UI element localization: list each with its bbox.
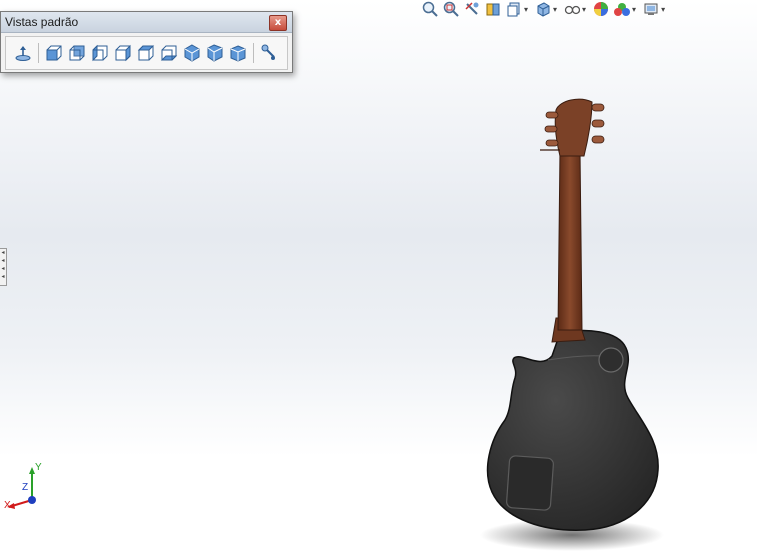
view-selector-icon[interactable] [258, 42, 280, 64]
chevron-icon: ◂ [1, 249, 5, 256]
standard-views-toolbar[interactable]: Vistas padrão x [0, 11, 293, 73]
apply-scene-icon[interactable] [613, 1, 630, 18]
normal-to-icon[interactable] [12, 42, 34, 64]
toolbar-separator [38, 43, 39, 63]
feature-manager-collapse-handle[interactable]: ◂ ◂ ◂ ◂ [0, 248, 7, 286]
output-jack [598, 347, 624, 373]
close-button[interactable]: x [269, 15, 287, 31]
section-view-icon[interactable] [484, 1, 501, 18]
guitar-headstock [554, 98, 593, 157]
back-view-icon[interactable] [66, 42, 88, 64]
bottom-view-icon[interactable] [158, 42, 180, 64]
view-settings-icon[interactable] [642, 1, 659, 18]
chevron-icon: ◂ [1, 273, 5, 280]
z-axis-label: Z [22, 482, 29, 493]
toolbar-buttons [5, 36, 288, 70]
view-orientation-icon[interactable] [505, 1, 522, 18]
previous-view-icon[interactable] [463, 1, 480, 18]
view-orientation-dropdown-icon[interactable]: ▾ [524, 5, 528, 14]
trimetric-view-icon[interactable] [204, 42, 226, 64]
tuners-right [591, 103, 605, 144]
toolbar-title: Vistas padrão [5, 15, 79, 29]
heads-up-view-toolbar: ▾ ▾ ▾ ▾ ▾ [421, 0, 671, 18]
left-view-icon[interactable] [89, 42, 111, 64]
zoom-to-fit-icon[interactable] [421, 1, 438, 18]
chevron-icon: ◂ [1, 265, 5, 272]
chevron-icon: ◂ [1, 257, 5, 264]
view-settings-dropdown-icon[interactable]: ▾ [661, 5, 665, 14]
front-view-icon[interactable] [43, 42, 65, 64]
x-axis-label: X [4, 500, 11, 511]
zoom-to-area-icon[interactable] [442, 1, 459, 18]
edit-appearance-icon[interactable] [592, 1, 609, 18]
guitar-model[interactable] [0, 0, 757, 557]
right-view-icon[interactable] [112, 42, 134, 64]
reference-triad: Y Z X [2, 462, 52, 514]
display-style-icon[interactable] [534, 1, 551, 18]
toolbar-title-bar[interactable]: Vistas padrão x [1, 12, 292, 33]
hide-show-items-icon[interactable] [563, 1, 580, 18]
display-style-dropdown-icon[interactable]: ▾ [553, 5, 557, 14]
graphics-area[interactable]: ▾ ▾ ▾ ▾ ▾ Vistas padrão x ◂ ◂ ◂ ◂ Y Z X [0, 0, 757, 557]
top-view-icon[interactable] [135, 42, 157, 64]
apply-scene-dropdown-icon[interactable]: ▾ [632, 5, 636, 14]
y-axis-label: Y [35, 462, 42, 473]
toolbar-separator [253, 43, 254, 63]
isometric-view-icon[interactable] [181, 42, 203, 64]
back-cover-plate [506, 455, 554, 511]
dimetric-view-icon[interactable] [227, 42, 249, 64]
hide-show-dropdown-icon[interactable]: ▾ [582, 5, 586, 14]
guitar-neck [557, 149, 583, 331]
